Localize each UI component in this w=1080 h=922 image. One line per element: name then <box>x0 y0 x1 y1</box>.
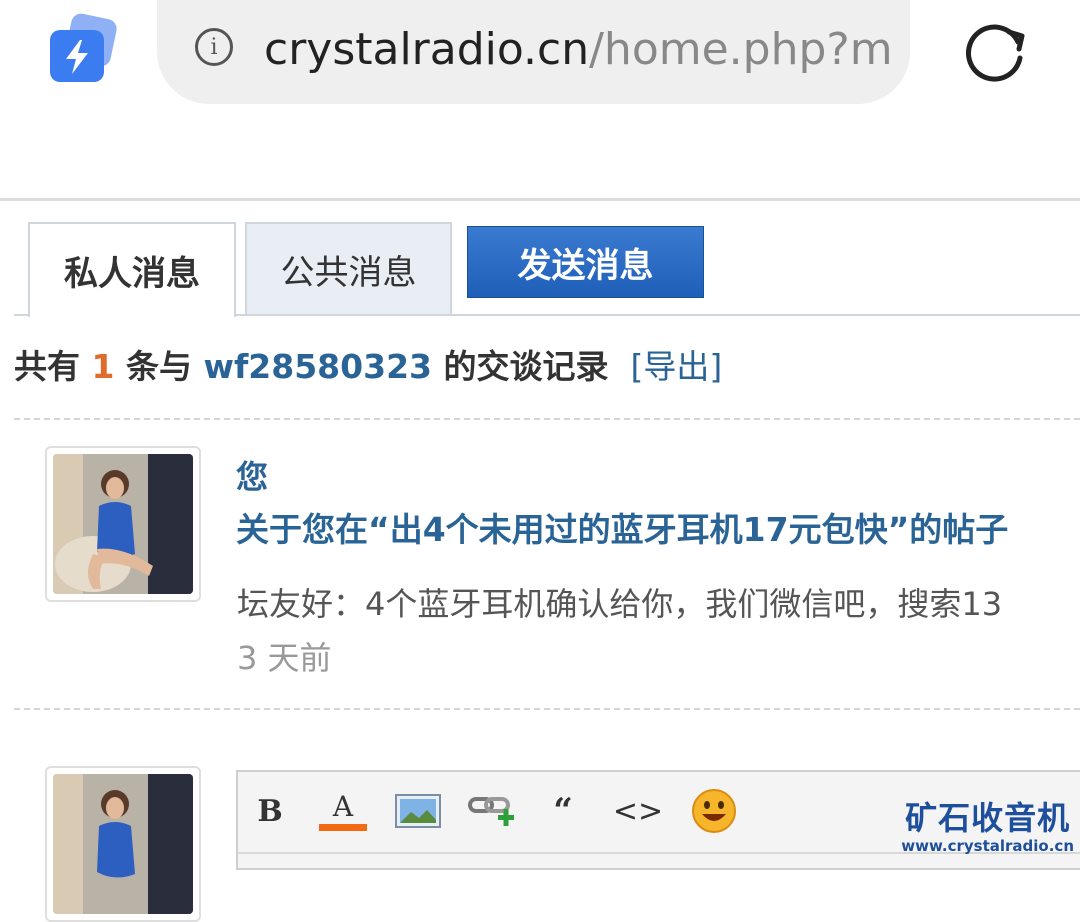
emoji-button[interactable] <box>690 786 738 836</box>
link-icon <box>468 797 514 826</box>
message-subject[interactable]: 关于您在“出4个未用过的蓝牙耳机17元包快”的帖子 <box>236 507 1008 553</box>
tab-baseline <box>236 314 1080 316</box>
smiley-icon <box>692 789 736 833</box>
dashed-divider <box>14 708 1080 710</box>
avatar-image <box>53 454 193 594</box>
link-button[interactable] <box>468 786 518 836</box>
quote-button[interactable]: “ <box>548 786 578 836</box>
message-count: 1 <box>91 347 115 386</box>
site-watermark: 矿石收音机 www.crystalradio.cn <box>901 800 1074 856</box>
url-text[interactable]: crystalradio.cn/home.php?mo <box>264 20 894 80</box>
browser-toolbar: i crystalradio.cn/home.php?mo <box>0 0 1080 198</box>
font-color-button[interactable]: A <box>318 786 368 836</box>
summary-prefix: 共有 <box>14 347 92 386</box>
tab-baseline <box>14 314 28 316</box>
lightning-bolt-icon[interactable] <box>50 11 120 82</box>
url-domain: crystalradio.cn <box>264 24 590 75</box>
avatar[interactable] <box>45 766 201 922</box>
image-button[interactable] <box>394 786 442 836</box>
divider <box>0 198 1080 201</box>
tab-private-messages[interactable]: 私人消息 <box>28 222 236 317</box>
message-time: 3 天前 <box>237 639 332 677</box>
info-icon[interactable]: i <box>195 28 233 66</box>
summary-suffix: 的交谈记录 <box>432 347 609 386</box>
avatar[interactable] <box>45 446 201 602</box>
address-bar[interactable]: i crystalradio.cn/home.php?mo <box>157 0 910 104</box>
message-body: 坛友好：4个蓝牙耳机确认给你，我们微信吧，搜索13 <box>237 585 1003 623</box>
image-icon <box>395 794 441 828</box>
dashed-divider <box>14 418 1080 420</box>
font-color-icon: A <box>332 789 354 823</box>
message-sender[interactable]: 您 <box>236 455 268 499</box>
watermark-url: www.crystalradio.cn <box>901 837 1074 855</box>
bold-button[interactable]: B <box>252 786 288 836</box>
code-button[interactable]: <> <box>613 786 663 836</box>
reload-icon[interactable] <box>960 14 1032 86</box>
export-link[interactable]: [导出] <box>631 347 723 386</box>
send-message-button[interactable]: 发送消息 <box>467 226 704 298</box>
avatar-image <box>53 774 193 914</box>
watermark-title: 矿石收音机 <box>905 799 1071 837</box>
summary-middle: 条与 <box>114 347 204 386</box>
url-path: /home.php?mo <box>589 24 894 75</box>
tab-public-messages[interactable]: 公共消息 <box>245 222 452 315</box>
conversation-summary: 共有 1 条与 wf28580323 的交谈记录 [导出] <box>14 344 722 390</box>
color-swatch <box>319 823 367 831</box>
username-link[interactable]: wf28580323 <box>203 347 432 386</box>
